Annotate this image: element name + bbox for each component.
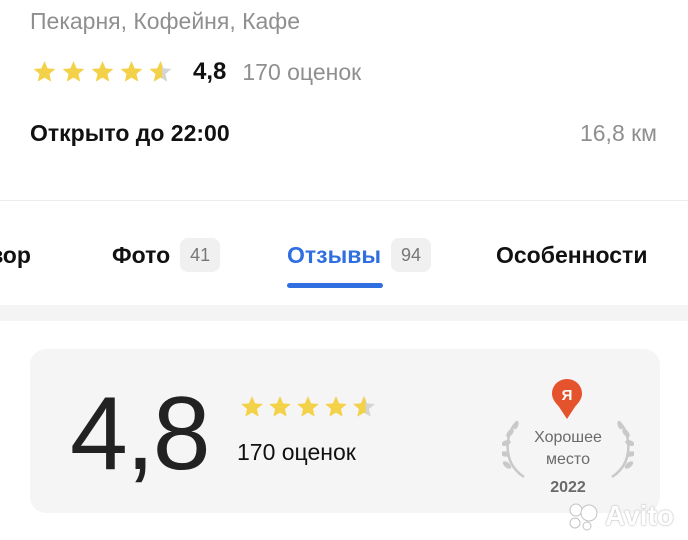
section-divider [0, 305, 688, 321]
star-half-icon [149, 61, 172, 82]
tab-overview[interactable]: бзор [0, 237, 31, 273]
yandex-pin-icon: Я [552, 379, 582, 419]
good-place-badge[interactable]: Я Хорошее место 2022 [502, 377, 634, 505]
avito-watermark-text: Avito [605, 500, 674, 531]
rating-value: 4,8 [193, 58, 227, 85]
star-icon [120, 61, 143, 82]
tab-bar: бзор Фото 41 Отзывы 94 Особенности [0, 200, 688, 305]
summary-stars-rating [238, 394, 378, 420]
rating-count[interactable]: 170 оценок [242, 59, 361, 86]
tab-features-label: Особенности [496, 241, 648, 268]
star-icon [241, 396, 263, 417]
star-icon [91, 61, 114, 82]
tab-photos-count: 41 [180, 238, 221, 272]
place-category: Пекарня, Кофейня, Кафе [30, 8, 301, 34]
tab-photos-label: Фото [112, 241, 171, 268]
star-icon [269, 396, 291, 417]
rating-row[interactable]: 4,8 170 оценок [30, 56, 361, 88]
stars-rating [30, 59, 175, 85]
tab-features[interactable]: Особенности [496, 237, 647, 273]
badge-label: Хорошее место [534, 429, 602, 468]
avito-watermark: Avito [567, 500, 674, 532]
opening-hours[interactable]: Открыто до 22:00 [30, 120, 230, 147]
avito-logo-icon [569, 503, 598, 531]
tab-reviews[interactable]: Отзывы 94 [287, 237, 432, 273]
star-icon [62, 61, 85, 82]
badge-year: 2022 [550, 479, 586, 496]
rating-summary-card: 4,8 170 оценок Я Хорошее место 2022 [30, 349, 660, 513]
star-half-icon [353, 396, 375, 417]
distance: 16,8 км [579, 120, 657, 146]
badge-logo-letter: Я [562, 387, 573, 404]
tab-reviews-label: Отзывы [287, 241, 382, 268]
active-tab-indicator [287, 283, 383, 288]
star-icon [297, 396, 319, 417]
summary-rating-value: 4,8 [70, 376, 211, 492]
star-icon [325, 396, 347, 417]
tab-overview-label: бзор [0, 241, 31, 268]
tab-reviews-count: 94 [391, 238, 432, 272]
summary-rating-count: 170 оценок [237, 439, 356, 465]
tab-photos[interactable]: Фото 41 [112, 237, 221, 273]
star-icon [33, 61, 56, 82]
